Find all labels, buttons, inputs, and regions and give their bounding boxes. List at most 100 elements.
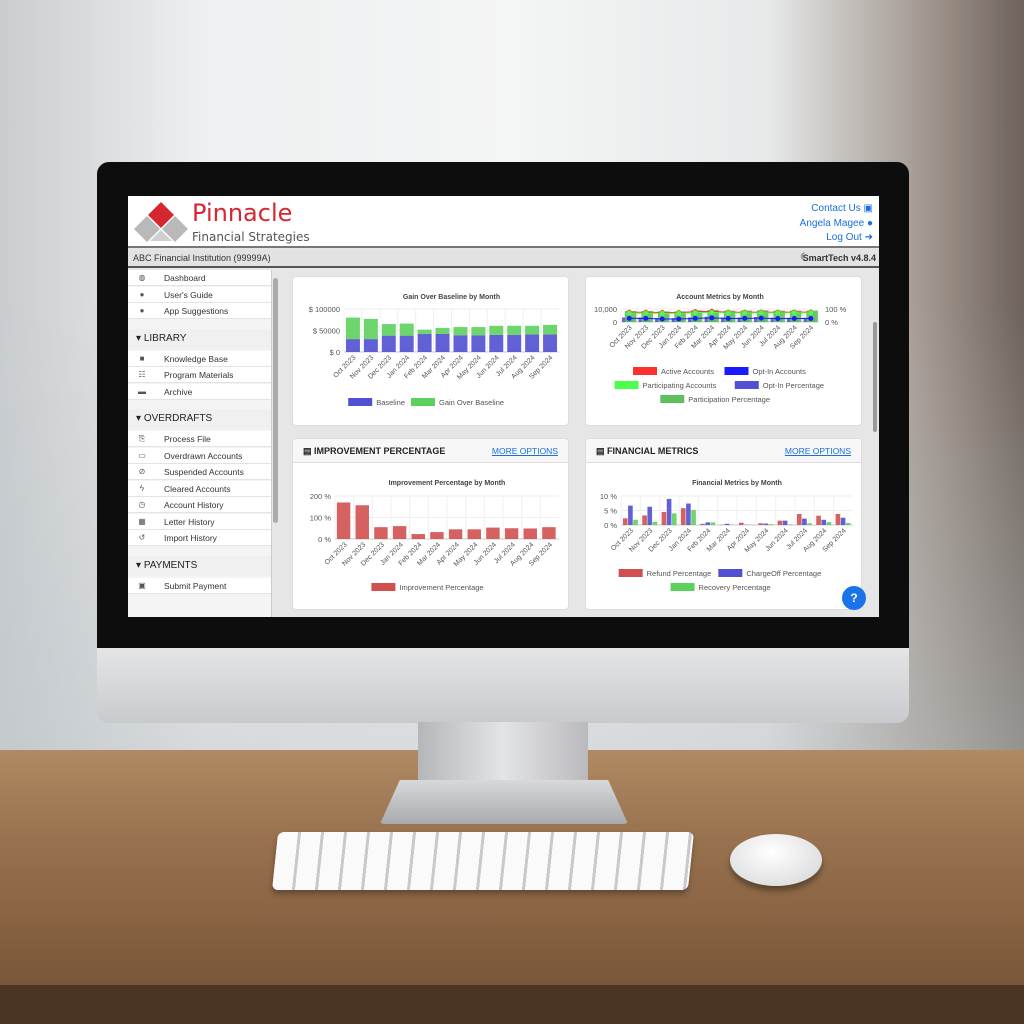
point-participating-accounts [775,310,781,316]
bar-baseline [471,335,486,352]
bar-baseline [453,335,468,352]
help-button[interactable]: ? [842,586,866,610]
sidebar-item-suspended-accounts[interactable]: ⊘ Suspended Accounts [128,464,271,480]
point-participating-accounts [643,310,649,316]
log-out-label: Log Out [826,232,862,243]
bar-improvement-percentage [392,526,407,539]
sidebar-item-cleared-accounts[interactable]: ϟ Cleared Accounts [128,480,271,497]
user-name-label: Angela Magee [799,218,865,229]
bar-improvement-percentage [486,527,500,539]
point-participating-accounts [626,310,632,316]
gain-over-baseline-card: Gain Over Baseline by Month $ 0 $ 50000 $ 1… [292,276,569,426]
bar-recovery-percentage [652,521,658,525]
legend-swatch [718,569,743,577]
sidebar-section-library[interactable]: ▾ LIBRARY [128,328,271,349]
sidebar-section-payments[interactable]: ▾ PAYMENTS [128,555,271,576]
bar-gain-over-baseline [381,324,396,336]
sidebar: ◍ Dashboard ● User's Guide ● App Suggestions ▾… [128,270,272,617]
user-profile-link[interactable]: Angela Magee ● [800,218,873,229]
log-out-link[interactable]: Log Out ➜ [826,232,873,243]
sidebar-scrollbar[interactable] [273,278,278,523]
legend-label: Gain Over Baseline [439,398,504,407]
caret-down-icon: ▾ [136,413,142,424]
y-tick-label: 0 % [318,535,331,544]
point-participating-accounts [791,310,797,316]
dashboard-icon: ◍ [138,273,146,282]
contact-us-label: Contact Us [811,203,861,214]
legend-label: Participation Percentage [688,395,770,404]
bar-baseline [489,334,504,352]
legend-swatch [348,398,373,406]
institution-name: ABC Financial Institution (99999A) [133,253,271,263]
point-opt-in-accounts [758,315,764,321]
sidebar-item-program-materials[interactable]: ☷ Program Materials [128,367,271,383]
ban-icon: ⊘ [138,467,146,476]
sidebar-item-overdrawn-accounts[interactable]: ▭ Overdrawn Accounts [128,447,271,464]
sidebar-item-submit-payment[interactable]: ▣ Submit Payment [128,577,271,594]
monitor-chin [97,648,909,723]
sidebar-item-app-suggestions[interactable]: ● App Suggestions [128,303,271,319]
bar-refund-percentage [700,523,705,525]
bar-refund-percentage [816,515,821,525]
sidebar-item-label: Program Materials [164,370,234,380]
sidebar-item-letter-history[interactable]: ▦ Letter History [128,513,271,530]
sidebar-item-knowledge-base[interactable]: ■ Knowledge Base [128,350,271,367]
point-participating-accounts [758,310,764,316]
bar-chargeoff-percentage [686,503,691,525]
bar-chargeoff-percentage [628,505,633,525]
main-scrollbar[interactable] [873,322,877,432]
bar-refund-percentage [796,513,802,525]
bar-recovery-percentage [768,524,774,525]
sidebar-item-label: Import History [164,533,217,543]
chart-title: Account Metrics by Month [676,294,764,301]
sidebar-item-archive[interactable]: ▬ Archive [128,383,271,400]
chart-title: Improvement Percentage by Month [389,480,506,487]
bar-chargeoff-percentage [647,506,653,525]
account-metrics-chart: Account Metrics by Month 0 10,000 0 % 100 % O… [594,294,847,404]
bar-baseline [525,334,540,352]
bar-gain-over-baseline [435,327,450,334]
y-tick-label: 10 % [600,492,617,501]
bar-baseline [417,333,432,352]
bar-improvement-percentage [448,529,463,539]
bar-gain-over-baseline [345,317,360,340]
bar-baseline [543,334,558,352]
bolt-icon: ϟ [139,483,145,493]
app-version: SmartTech v4.8.4 [802,253,876,263]
legend-label: Participating Accounts [643,381,717,390]
bar-chargeoff-percentage [724,523,730,525]
bar-recovery-percentage [633,519,638,525]
point-participating-accounts [808,310,814,316]
bar-refund-percentage [758,523,763,525]
sidebar-item-user-s-guide[interactable]: ● User's Guide [128,286,271,303]
sidebar-item-import-history[interactable]: ↺ Import History [128,530,271,546]
money-icon: ▣ [138,580,146,590]
bar-refund-percentage [777,520,783,525]
sidebar-section-overdrafts[interactable]: ▾ OVERDRAFTS [128,409,271,429]
legend-swatch [614,381,639,389]
point-opt-in-accounts [791,315,797,321]
y-tick-label: 200 % [310,492,332,501]
account-metrics-card: Account Metrics by Month 0 10,000 0 % 100 % O… [585,276,862,426]
sidebar-item-label: Archive [164,386,193,397]
bar-baseline [363,339,378,352]
contact-us-link[interactable]: Contact Us ▣ [811,203,873,214]
sidebar-item-process-file[interactable]: ⎘ Process File [128,431,271,447]
legend-swatch [411,398,435,406]
sidebar-item-label: Suspended Accounts [164,467,244,477]
bar-improvement-percentage [355,505,369,539]
point-opt-in-accounts [659,316,665,322]
legend-swatch [670,583,695,591]
point-participating-accounts [742,310,748,316]
y-tick-label: $ 50000 [313,327,340,336]
y-tick-label: 0 % [604,521,617,530]
sidebar-item-dashboard[interactable]: ◍ Dashboard [128,270,271,286]
section-title: PAYMENTS [143,559,198,571]
sidebar-item-account-history[interactable]: ◷ Account History [128,497,271,513]
sidebar-item-label: Letter History [164,516,215,527]
y2-tick-label: 100 % [825,305,847,314]
app-screen: Pinnacle Financial Strategies Contact Us… [128,196,879,617]
bar-recovery-percentage [671,513,677,525]
sidebar-item-label: Cleared Accounts [164,483,231,494]
y-tick-label: $ 0 [330,348,340,357]
